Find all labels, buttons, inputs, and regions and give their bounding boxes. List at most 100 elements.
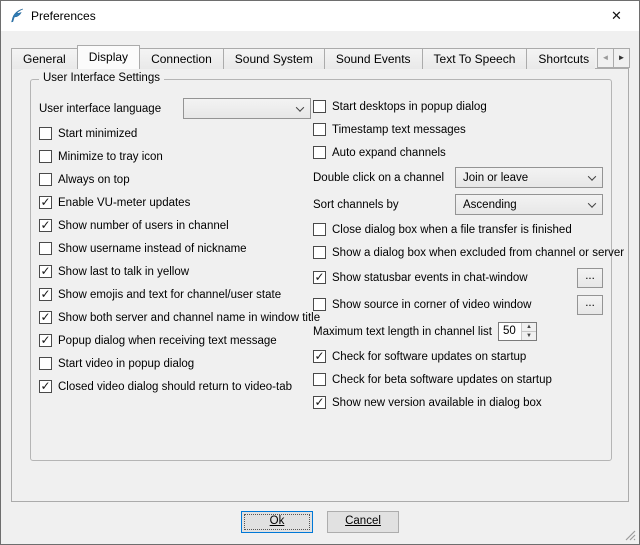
double-click-dropdown-value: Join or leave [463,172,528,184]
spin-down-icon[interactable]: ▼ [522,332,536,340]
checkbox-label: Show username instead of nickname [58,243,247,255]
checkbox-icon[interactable] [39,173,52,186]
checkbox-label: Show new version available in dialog box [332,397,542,409]
checkbox-close-on-transfer-finished[interactable]: Close dialog box when a file transfer is… [313,221,603,238]
checkbox-label: Close dialog box when a file transfer is… [332,224,572,236]
tab-general[interactable]: General [11,48,78,69]
user-interface-settings-group: User Interface Settings User interface l… [30,79,612,461]
checkbox-icon[interactable]: ✓ [39,334,52,347]
checkbox-icon[interactable] [313,373,326,386]
checkbox-icon[interactable]: ✓ [313,396,326,409]
checkbox-last-to-talk[interactable]: ✓ Show last to talk in yellow [39,263,311,280]
checkbox-icon[interactable]: ✓ [39,265,52,278]
checkbox-icon[interactable] [39,150,52,163]
checkbox-icon[interactable]: ✓ [39,288,52,301]
checkbox-label: Show a dialog box when excluded from cha… [332,247,624,259]
checkbox-check-beta-updates[interactable]: Check for beta software updates on start… [313,371,603,388]
statusbar-events-browse-button[interactable]: ... [577,268,603,288]
chevron-down-icon [588,199,596,207]
resize-grip[interactable] [623,528,636,541]
tab-sound-system[interactable]: Sound System [223,48,325,69]
checkbox-icon[interactable] [313,100,326,113]
dialog-buttons: Ok Cancel [1,511,639,533]
checkbox-icon[interactable]: ✓ [39,380,52,393]
checkbox-icon[interactable]: ✓ [313,350,326,363]
checkbox-icon[interactable]: ✓ [39,219,52,232]
checkbox-icon[interactable] [313,123,326,136]
close-button[interactable]: ✕ [594,1,639,31]
checkbox-start-minimized[interactable]: Start minimized [39,125,311,142]
tab-scroll-right-icon[interactable]: ► [613,48,630,68]
checkbox-show-user-count[interactable]: ✓ Show number of users in channel [39,217,311,234]
checkbox-label: Minimize to tray icon [58,151,163,163]
tab-connection[interactable]: Connection [139,48,224,69]
double-click-dropdown[interactable]: Join or leave [455,167,603,188]
spinner-buttons: ▲ ▼ [521,323,536,340]
tab-display[interactable]: Display [77,45,140,69]
checkbox-video-popup[interactable]: Start video in popup dialog [39,355,311,372]
checkbox-show-emojis[interactable]: ✓ Show emojis and text for channel/user … [39,286,311,303]
checkbox-popup-on-text-message[interactable]: ✓ Popup dialog when receiving text messa… [39,332,311,349]
chevron-down-icon [296,103,304,111]
group-title: User Interface Settings [39,72,164,84]
tab-scroll-control: ◄ ► [598,48,630,68]
tab-shortcuts[interactable]: Shortcuts [526,48,595,69]
ok-button[interactable]: Ok [241,511,313,533]
cancel-button[interactable]: Cancel [327,511,399,533]
checkbox-label: Show emojis and text for channel/user st… [58,289,281,301]
checkbox-icon[interactable] [39,127,52,140]
checkbox-label: Show statusbar events in chat-window [332,272,528,284]
checkbox-new-version-dialog[interactable]: ✓ Show new version available in dialog b… [313,394,603,411]
checkbox-minimize-to-tray[interactable]: Minimize to tray icon [39,148,311,165]
chevron-down-icon [588,172,596,180]
checkbox-icon[interactable]: ✓ [39,311,52,324]
tab-bar: General Display Connection Sound System … [11,45,595,69]
checkbox-icon[interactable] [39,242,52,255]
checkbox-icon[interactable] [313,246,326,259]
max-text-length-spinner[interactable]: 50 ▲ ▼ [498,322,537,341]
checkbox-label: Closed video dialog should return to vid… [58,381,292,393]
checkbox-desktops-popup[interactable]: Start desktops in popup dialog [313,98,603,115]
checkbox-icon[interactable] [313,223,326,236]
checkbox-vu-meter-updates[interactable]: ✓ Enable VU-meter updates [39,194,311,211]
titlebar[interactable]: Preferences ✕ [1,1,639,31]
double-click-label: Double click on a channel [313,172,444,184]
sort-channels-dropdown-value: Ascending [463,199,517,211]
checkbox-label: Enable VU-meter updates [58,197,190,209]
video-source-browse-button[interactable]: ... [577,295,603,315]
checkbox-icon[interactable]: ✓ [39,196,52,209]
checkbox-timestamp-messages[interactable]: Timestamp text messages [313,121,603,138]
sort-channels-label: Sort channels by [313,199,399,211]
language-dropdown[interactable] [183,98,311,119]
checkbox-label: Start minimized [58,128,137,140]
checkbox-check-updates[interactable]: ✓ Check for software updates on startup [313,348,603,365]
checkbox-show-username[interactable]: Show username instead of nickname [39,240,311,257]
checkbox-always-on-top[interactable]: Always on top [39,171,311,188]
checkbox-dialog-when-excluded[interactable]: Show a dialog box when excluded from cha… [313,244,603,261]
checkbox-icon[interactable] [313,298,326,311]
preferences-window: Preferences ✕ General Display Connection… [0,0,640,545]
spin-up-icon[interactable]: ▲ [522,323,536,332]
checkbox-statusbar-events[interactable]: ✓ Show statusbar events in chat-window .… [313,267,603,288]
checkbox-icon[interactable] [313,146,326,159]
sort-channels-row: Sort channels by Ascending [313,194,603,215]
checkbox-video-source-corner[interactable]: Show source in corner of video window ..… [313,294,603,315]
tab-page-display: User Interface Settings User interface l… [11,68,629,502]
checkbox-label: Popup dialog when receiving text message [58,335,277,347]
ok-button-label: Ok [270,515,285,527]
checkbox-closed-video-return[interactable]: ✓ Closed video dialog should return to v… [39,378,311,395]
tab-text-to-speech[interactable]: Text To Speech [422,48,528,69]
checkbox-label: Timestamp text messages [332,124,466,136]
checkbox-icon[interactable]: ✓ [313,271,326,284]
sort-channels-dropdown[interactable]: Ascending [455,194,603,215]
checkbox-label: Always on top [58,174,130,186]
tab-sound-events[interactable]: Sound Events [324,48,423,69]
checkbox-icon[interactable] [39,357,52,370]
max-text-length-row: Maximum text length in channel list 50 ▲… [313,321,603,342]
checkbox-label: Start desktops in popup dialog [332,101,487,113]
checkbox-label: Check for software updates on startup [332,351,526,363]
tab-scroll-left-icon[interactable]: ◄ [597,48,614,68]
checkbox-server-channel-in-title[interactable]: ✓ Show both server and channel name in w… [39,309,311,326]
checkbox-label: Show number of users in channel [58,220,229,232]
checkbox-auto-expand-channels[interactable]: Auto expand channels [313,144,603,161]
